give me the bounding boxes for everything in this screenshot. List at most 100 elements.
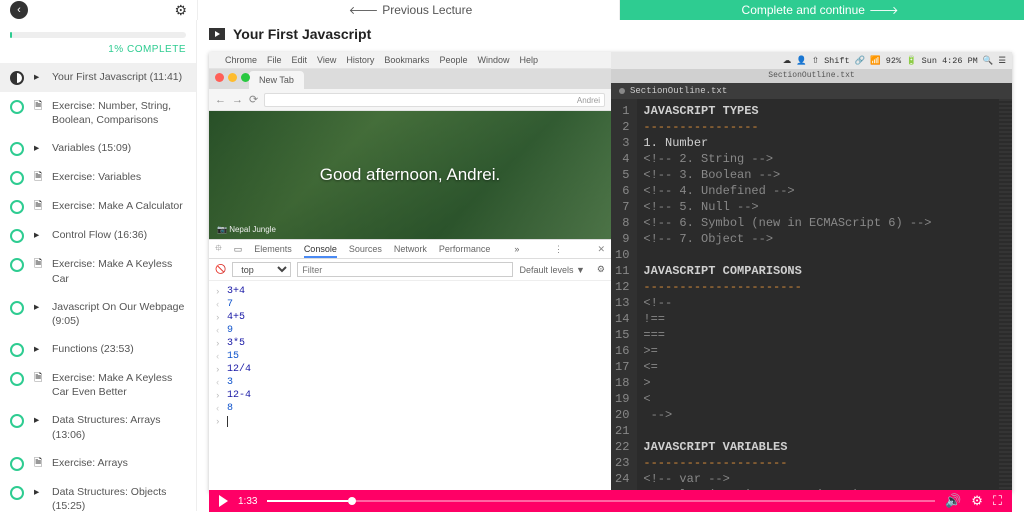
minimize-window-icon[interactable] — [228, 73, 237, 82]
mac-menu-people[interactable]: People — [439, 55, 467, 65]
document-icon: 🗎 — [34, 456, 46, 470]
device-icon[interactable]: ▭ — [234, 244, 243, 255]
devtools-tab-network[interactable]: Network — [394, 244, 427, 254]
document-icon: 🗎 — [34, 371, 46, 385]
lesson-label: Variables (15:09) — [52, 141, 186, 155]
lesson-label: Exercise: Make A Keyless Car — [52, 257, 186, 285]
chevron-in-icon — [215, 287, 227, 297]
console-context-select[interactable]: top — [232, 262, 291, 277]
nav-forward-icon[interactable]: → — [232, 94, 243, 106]
chevron-in-icon — [215, 339, 227, 349]
lesson-status-icon — [10, 414, 24, 428]
search-icon[interactable]: 🔍 — [983, 56, 994, 66]
sidebar-item-5[interactable]: ▸Control Flow (16:36) — [0, 221, 196, 250]
settings-gear-icon[interactable]: ⚙ — [174, 2, 187, 19]
lesson-status-icon — [10, 486, 24, 500]
console-settings-icon[interactable]: ⚙ — [597, 264, 605, 275]
console-line: 8 — [209, 402, 611, 415]
code-line: <!-- 5. Null --> — [643, 199, 931, 215]
devtools-tab-elements[interactable]: Elements — [254, 244, 292, 254]
devtools-close-icon[interactable]: ✕ — [597, 244, 605, 255]
lesson-label: Exercise: Number, String, Boolean, Compa… — [52, 99, 186, 127]
sidebar-item-7[interactable]: ▸Javascript On Our Webpage (9:05) — [0, 293, 196, 335]
play-icon: ▸ — [34, 141, 46, 155]
lesson-label: Exercise: Arrays — [52, 456, 186, 470]
sidebar-item-0[interactable]: ▸Your First Javascript (11:41) — [0, 63, 196, 92]
code-line: ---------------- — [643, 119, 931, 135]
line-gutter: 1234567891011121314151617181920212223242… — [611, 99, 637, 492]
battery-icon: 🔋 — [906, 56, 917, 66]
chevron-in-icon — [215, 313, 227, 323]
console-line: 3 — [209, 376, 611, 389]
scrubber[interactable] — [267, 500, 935, 502]
play-icon: ▸ — [34, 342, 46, 356]
mac-menu-bookmarks[interactable]: Bookmarks — [384, 55, 429, 65]
inspect-icon[interactable]: ⯐ — [215, 241, 222, 257]
sidebar-item-1[interactable]: 🗎Exercise: Number, String, Boolean, Comp… — [0, 92, 196, 134]
lesson-status-icon — [10, 142, 24, 156]
editor-file-tab[interactable]: SectionOutline.txt — [611, 83, 1012, 99]
mac-menu-edit[interactable]: Edit — [292, 55, 308, 65]
devtools-tab-console[interactable]: Console — [304, 244, 337, 258]
devtools-menu-icon[interactable]: ⋮ — [554, 244, 563, 255]
mac-menu-window[interactable]: Window — [477, 55, 509, 65]
scrubber-knob[interactable] — [348, 497, 356, 505]
sidebar-item-4[interactable]: 🗎 Exercise: Make A Calculator — [0, 192, 196, 221]
hero-caption: 📷 Nepal Jungle — [217, 225, 276, 234]
console-output[interactable]: 3+474+593*51512/4312-48 — [209, 281, 611, 492]
maximize-window-icon[interactable] — [241, 73, 250, 82]
sidebar-item-8[interactable]: ▸Functions (23:53) — [0, 335, 196, 364]
link-icon: 🔗 — [855, 56, 866, 66]
lesson-sidebar[interactable]: 1% COMPLETE ▸Your First Javascript (11:4… — [0, 20, 197, 511]
sidebar-item-6[interactable]: 🗎Exercise: Make A Keyless Car — [0, 250, 196, 292]
previous-lecture-button[interactable]: 🡐 Previous Lecture — [197, 0, 620, 20]
more-tabs-icon[interactable]: » — [514, 244, 519, 254]
devtools-tab-sources[interactable]: Sources — [349, 244, 382, 254]
back-button[interactable]: ‹ — [10, 1, 28, 19]
devtools-tabs: ⯐ ▭ Elements Console Sources Network Perform… — [209, 239, 611, 259]
console-clear-icon[interactable]: 🚫 — [215, 264, 226, 275]
mac-menu-view[interactable]: View — [317, 55, 336, 65]
console-levels[interactable]: Default levels ▼ — [519, 265, 584, 275]
lesson-label: Exercise: Variables — [52, 170, 186, 184]
play-icon: ▸ — [34, 228, 46, 242]
minimap[interactable] — [999, 99, 1012, 492]
progress-bar — [10, 32, 186, 38]
lesson-label: Exercise: Make A Calculator — [52, 199, 186, 213]
volume-icon[interactable]: 🔊 — [945, 493, 961, 509]
chevron-out-icon — [215, 352, 227, 362]
chevron-out-icon — [215, 326, 227, 336]
mac-menu-history[interactable]: History — [346, 55, 374, 65]
close-window-icon[interactable] — [215, 73, 224, 82]
menu-icon[interactable]: ☰ — [998, 56, 1006, 66]
complete-continue-button[interactable]: Complete and continue 🡒 — [620, 0, 1024, 20]
window-controls[interactable] — [215, 73, 250, 82]
nav-reload-icon[interactable]: ⟳ — [249, 93, 258, 106]
sidebar-item-11[interactable]: 🗎 Exercise: Arrays — [0, 449, 196, 478]
lesson-label: Exercise: Make A Keyless Car Even Better — [52, 371, 186, 399]
nav-back-icon[interactable]: ← — [215, 94, 226, 106]
code-line: 1. Number — [643, 135, 931, 151]
mac-menu-help[interactable]: Help — [519, 55, 538, 65]
play-button[interactable] — [219, 495, 228, 507]
sidebar-item-12[interactable]: ▸Data Structures: Objects (15:25) — [0, 478, 196, 511]
fullscreen-icon[interactable]: ⛶ — [993, 493, 1002, 509]
document-icon: 🗎 — [34, 199, 46, 213]
sidebar-item-3[interactable]: 🗎Exercise: Variables — [0, 163, 196, 192]
mac-menu-chrome[interactable]: Chrome — [225, 55, 257, 65]
console-prompt[interactable] — [209, 415, 611, 428]
code-line: <!-- var --> — [643, 471, 931, 487]
mac-menu-file[interactable]: File — [267, 55, 282, 65]
code-line: <!-- 3. Boolean --> — [643, 167, 931, 183]
address-bar[interactable]: Andrei — [264, 93, 605, 107]
console-line: 9 — [209, 324, 611, 337]
sidebar-item-2[interactable]: ▸ Variables (15:09) — [0, 134, 196, 163]
sidebar-item-9[interactable]: 🗎 Exercise: Make A Keyless Car Even Bette… — [0, 364, 196, 406]
lesson-status-icon — [10, 71, 24, 85]
player-settings-icon[interactable]: ⚙ — [971, 493, 983, 509]
code-content[interactable]: JAVASCRIPT TYPES----------------1. Numbe… — [637, 99, 937, 492]
sidebar-item-10[interactable]: ▸Data Structures: Arrays (13:06) — [0, 406, 196, 448]
browser-tab[interactable]: New Tab — [249, 71, 304, 89]
devtools-tab-performance[interactable]: Performance — [439, 244, 491, 254]
console-filter-input[interactable] — [297, 262, 513, 277]
